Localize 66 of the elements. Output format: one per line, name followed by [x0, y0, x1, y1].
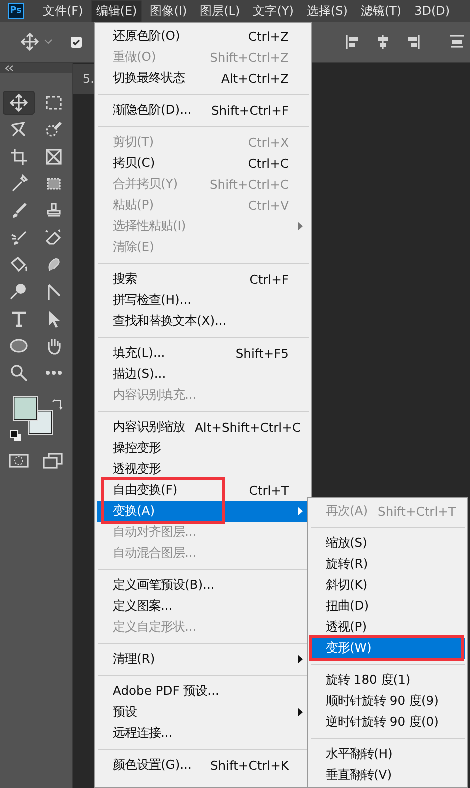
menu-item[interactable]: Adobe PDF 预设... — [97, 681, 309, 702]
quick-selection-icon — [44, 120, 64, 140]
move-icon — [20, 32, 40, 52]
quick-mask-icon — [9, 453, 29, 469]
menu-item[interactable]: 图像(I) — [145, 0, 192, 22]
paint-bucket-icon — [8, 255, 28, 275]
menu-item[interactable]: 填充(L)... Shift+F5 — [97, 343, 309, 364]
align-center-icon — [375, 34, 391, 50]
menu-item[interactable]: 查找和替换文本(X)... — [97, 311, 309, 332]
menu-item[interactable]: 滤镜(T) — [356, 0, 407, 22]
crop-icon — [8, 147, 28, 167]
menu-item[interactable]: 清理(R) — [97, 649, 309, 670]
app-logo: Ps — [8, 3, 24, 19]
screen-mode-icon — [43, 453, 63, 469]
menu-item[interactable]: 内容识别缩放 Alt+Shift+Ctrl+C — [97, 417, 309, 438]
collapse-icon — [4, 64, 14, 72]
menu-item[interactable]: 透视变形 — [97, 459, 309, 480]
menu-item[interactable]: 拼写检查(H)... — [97, 290, 309, 311]
menu-item[interactable]: 旋转 180 度(1) — [310, 670, 465, 691]
menu-item[interactable]: 操控变形 — [97, 438, 309, 459]
menu-item[interactable]: 定义图案... — [97, 596, 309, 617]
menu-item[interactable]: 搜索 Ctrl+F — [97, 269, 309, 290]
marquee-icon — [44, 93, 64, 113]
menu-item[interactable]: 渐隐色阶(D)... Shift+Ctrl+F — [97, 100, 309, 121]
ellipse-icon — [8, 336, 28, 356]
menu-item[interactable]: 切换最终状态 Alt+Ctrl+Z — [97, 68, 309, 89]
menu-item[interactable]: 垂直翻转(V) — [310, 765, 465, 786]
align-left-icon — [345, 34, 361, 50]
move-icon — [8, 93, 28, 113]
menu-item[interactable]: 扭曲(D) — [310, 596, 465, 617]
menu-item[interactable]: 拷贝(C) Ctrl+C — [97, 153, 309, 174]
color-swatches-drawing[interactable] — [13, 396, 53, 436]
align-top-icon — [449, 34, 465, 50]
menu-item[interactable]: 颜色设置(G)... Shift+Ctrl+K — [97, 755, 309, 776]
default-colors-icon — [10, 430, 22, 442]
menu-item[interactable]: 斜切(K) — [310, 575, 465, 596]
menu-item[interactable]: 变形(W) — [310, 638, 465, 659]
document-tab[interactable]: 5. — [73, 64, 94, 94]
menu-item[interactable]: 编辑(E) — [91, 0, 142, 22]
menu-item[interactable]: 预设 — [97, 702, 309, 723]
zoom-icon — [8, 363, 28, 383]
dodge-icon — [8, 282, 28, 302]
menu-item[interactable]: 3D(D) — [410, 1, 456, 21]
menu-item[interactable]: 透视(P) — [310, 617, 465, 638]
menu-item[interactable]: 图层(L) — [195, 0, 246, 22]
menu-item[interactable]: 顺时针旋转 90 度(9) — [310, 691, 465, 712]
more-icon — [46, 371, 62, 375]
menu-item[interactable]: 水平翻转(H) — [310, 744, 465, 765]
menu-item[interactable]: 文字(Y) — [248, 0, 299, 22]
frame-icon — [44, 147, 64, 167]
menu-item[interactable]: 缩放(S) — [310, 533, 465, 554]
menu-item[interactable]: 还原色阶(O) Ctrl+Z — [97, 26, 309, 47]
menu-item[interactable]: 文件(F) — [38, 0, 88, 22]
checkbox[interactable] — [71, 36, 82, 48]
menu-item[interactable]: 选择(S) — [302, 0, 353, 22]
menu-item[interactable]: 远程连接... — [97, 723, 309, 744]
menu-item[interactable]: 逆时针旋转 90 度(0) — [310, 712, 465, 733]
menu-item[interactable]: 旋转(R) — [310, 554, 465, 575]
caret-icon — [44, 39, 53, 45]
menu-item[interactable]: 变换(A) — [97, 501, 309, 522]
swap-icon — [52, 398, 64, 410]
menu-item[interactable]: 定义画笔预设(B)... — [97, 575, 309, 596]
tool-button[interactable] — [2, 91, 34, 115]
align-right-icon — [405, 34, 421, 50]
eraser-icon — [44, 228, 64, 248]
menu-item[interactable]: 描边(S)... — [97, 364, 309, 385]
